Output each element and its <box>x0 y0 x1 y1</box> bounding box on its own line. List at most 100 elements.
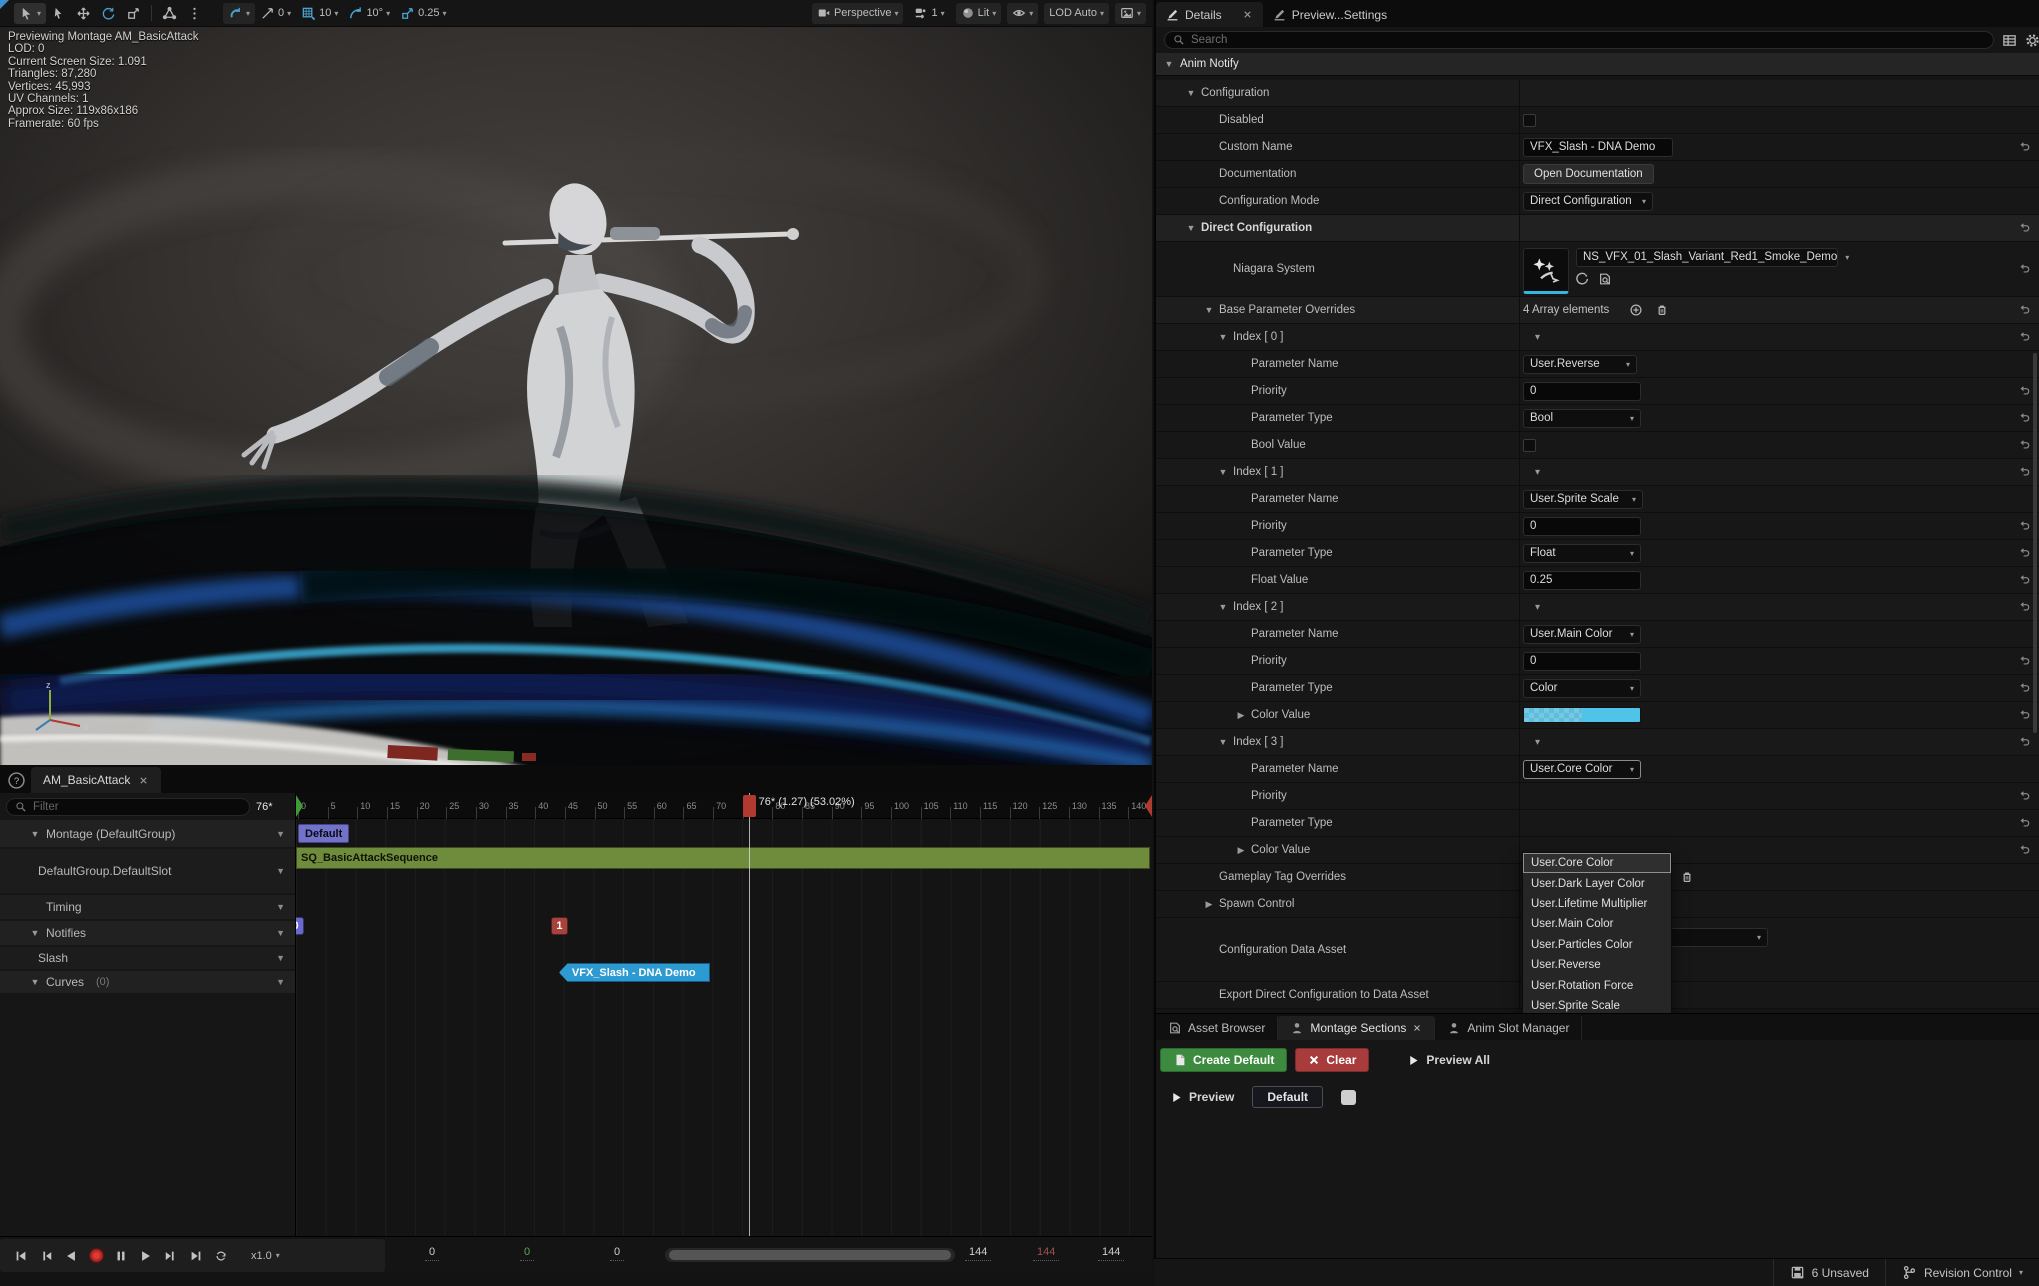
reset-to-default-icon[interactable] <box>2018 520 2031 533</box>
details-scrollbar[interactable] <box>2033 353 2037 733</box>
property-row[interactable]: Priority0 <box>1156 513 2039 540</box>
revision-control-button[interactable]: Revision Control ▾ <box>1885 1259 2039 1286</box>
timing-marker-0[interactable]: 0 <box>296 917 304 935</box>
property-row[interactable]: Parameter NameUser.Sprite Scale▾ <box>1156 486 2039 513</box>
property-row[interactable]: Priority0 <box>1156 378 2039 405</box>
timeline-ruler[interactable]: 0510152025303540455055606570758085909510… <box>296 793 1152 819</box>
text-input[interactable]: 0.25 <box>1523 571 1641 590</box>
tab-montage-sections[interactable]: Montage Sections <box>1278 1016 1435 1040</box>
text-input[interactable]: 0 <box>1523 652 1641 671</box>
menu-item-user-sprite-scale[interactable]: User.Sprite Scale <box>1523 996 1671 1013</box>
track-row-montage-defaultgroup-[interactable]: ▼Montage (DefaultGroup)▼ <box>0 820 295 847</box>
track-row-timing[interactable]: Timing▼ <box>0 895 295 919</box>
unsaved-indicator[interactable]: 6 Unsaved <box>1773 1259 1885 1286</box>
create-default-button[interactable]: Create Default <box>1160 1048 1287 1072</box>
skip-start-button[interactable] <box>12 1246 30 1266</box>
reset-to-default-icon[interactable] <box>2018 547 2031 560</box>
niagara-asset-dropdown[interactable]: NS_VFX_01_Slash_Variant_Red1_Smoke_Demo▾ <box>1576 248 1838 267</box>
play-forward-button[interactable] <box>137 1246 155 1266</box>
dropdown[interactable]: User.Main Color▾ <box>1523 625 1641 644</box>
search-input[interactable]: Search <box>1164 31 1994 49</box>
property-row[interactable]: Bool Value <box>1156 432 2039 459</box>
reset-to-default-icon[interactable] <box>2018 682 2031 695</box>
close-icon[interactable] <box>138 775 149 786</box>
track-row-slash[interactable]: Slash▼ <box>0 947 295 969</box>
close-icon[interactable] <box>1242 9 1253 20</box>
playhead-marker[interactable] <box>743 795 756 817</box>
text-input[interactable]: 0 <box>1523 382 1641 401</box>
open-documentation-button[interactable]: Open Documentation <box>1523 164 1654 184</box>
preview-button[interactable]: Preview <box>1170 1090 1234 1104</box>
browse-to-asset-icon[interactable] <box>1598 272 1612 286</box>
category-header[interactable]: ▼Anim Notify <box>1156 53 2039 76</box>
select-arrow-button[interactable] <box>46 3 71 24</box>
reset-to-default-icon[interactable] <box>2018 304 2031 317</box>
skip-end-button[interactable] <box>187 1246 205 1266</box>
move-tool-button[interactable] <box>71 3 96 24</box>
property-row[interactable]: ▶Color Value <box>1156 702 2039 729</box>
tab-anim-slot-manager[interactable]: Anim Slot Manager <box>1435 1016 1582 1040</box>
reset-to-default-icon[interactable] <box>2018 574 2031 587</box>
rotation-grid-mode-button[interactable]: ▾ <box>223 3 255 24</box>
dropdown[interactable]: Direct Configuration▾ <box>1523 192 1653 211</box>
clear-button[interactable]: Clear <box>1295 1048 1369 1072</box>
dropdown[interactable]: Color▾ <box>1523 679 1641 698</box>
reset-to-default-icon[interactable] <box>2018 385 2031 398</box>
property-row[interactable]: Parameter Type <box>1156 810 2039 837</box>
menu-item-user-main-color[interactable]: User.Main Color <box>1523 914 1671 934</box>
section-checkbox[interactable] <box>1341 1090 1356 1105</box>
property-row[interactable]: Float Value0.25 <box>1156 567 2039 594</box>
property-row[interactable]: ▼Configuration <box>1156 80 2039 107</box>
filter-input[interactable]: Filter <box>6 798 250 816</box>
range-spinner[interactable]: 0 <box>520 1246 534 1261</box>
loop-button[interactable] <box>212 1246 230 1266</box>
property-row[interactable]: Custom NameVFX_Slash - DNA Demo <box>1156 134 2039 161</box>
timeline-track-area[interactable]: 0510152025303540455055606570758085909510… <box>296 793 1152 1256</box>
property-row[interactable]: Priority <box>1156 783 2039 810</box>
property-row[interactable]: Disabled <box>1156 107 2039 134</box>
step-back-button[interactable] <box>37 1246 55 1266</box>
timeline-scrollbar[interactable] <box>665 1248 955 1262</box>
reset-to-default-icon[interactable] <box>2018 263 2031 276</box>
menu-item-user-reverse[interactable]: User.Reverse <box>1523 955 1671 975</box>
reset-to-default-icon[interactable] <box>2018 141 2031 154</box>
reset-to-default-icon[interactable] <box>2018 466 2031 479</box>
property-row[interactable]: Niagara SystemNS_VFX_01_Slash_Variant_Re… <box>1156 242 2039 297</box>
text-input[interactable]: 0 <box>1523 517 1641 536</box>
asset-thumbnail[interactable] <box>1523 248 1569 294</box>
screenshot-button[interactable]: ▾ <box>1115 3 1146 24</box>
help-icon[interactable]: ? <box>8 772 25 789</box>
montage-section-tag[interactable]: Default <box>298 824 349 843</box>
sequence-segment[interactable]: SQ_BasicAttackSequence <box>296 847 1150 869</box>
settings-gear-icon[interactable] <box>2025 33 2039 48</box>
range-spinner[interactable]: 144 <box>965 1246 991 1261</box>
use-selected-icon[interactable] <box>1576 272 1590 286</box>
tab-am-basicattack[interactable]: AM_BasicAttack <box>31 767 161 793</box>
close-icon[interactable] <box>1412 1023 1422 1033</box>
property-row[interactable]: Parameter NameUser.Reverse▾ <box>1156 351 2039 378</box>
default-section-button[interactable]: Default <box>1252 1086 1323 1108</box>
range-spinner[interactable]: 144 <box>1033 1246 1059 1261</box>
grid-snap-button[interactable]: 10▾ <box>296 3 343 24</box>
more-options-button[interactable] <box>182 3 207 24</box>
color-swatch[interactable] <box>1523 707 1641 723</box>
scale-tool-button[interactable] <box>121 3 146 24</box>
reset-to-default-icon[interactable] <box>2018 439 2031 452</box>
tab-details[interactable]: Details <box>1156 2 1263 27</box>
record-button[interactable] <box>87 1246 105 1266</box>
coordinate-system-button[interactable] <box>157 3 182 24</box>
dropdown[interactable]: Float▾ <box>1523 544 1641 563</box>
timing-marker-1[interactable]: 1 <box>551 917 568 935</box>
dropdown[interactable]: User.Sprite Scale▾ <box>1523 490 1643 509</box>
property-row[interactable]: Priority0 <box>1156 648 2039 675</box>
playhead-line[interactable] <box>749 793 750 1256</box>
menu-item-user-core-color[interactable]: User.Core Color <box>1523 853 1671 873</box>
surface-snap-button[interactable]: 0▾ <box>255 3 296 24</box>
rotation-snap-button[interactable]: 10°▾ <box>343 3 395 24</box>
property-row[interactable]: Parameter TypeColor▾ <box>1156 675 2039 702</box>
scale-snap-button[interactable]: 0.25▾ <box>395 3 451 24</box>
property-row[interactable]: Configuration ModeDirect Configuration▾ <box>1156 188 2039 215</box>
step-forward-button[interactable] <box>162 1246 180 1266</box>
pause-button[interactable] <box>112 1246 130 1266</box>
camera-speed-button[interactable]: 1▾ <box>909 3 949 24</box>
